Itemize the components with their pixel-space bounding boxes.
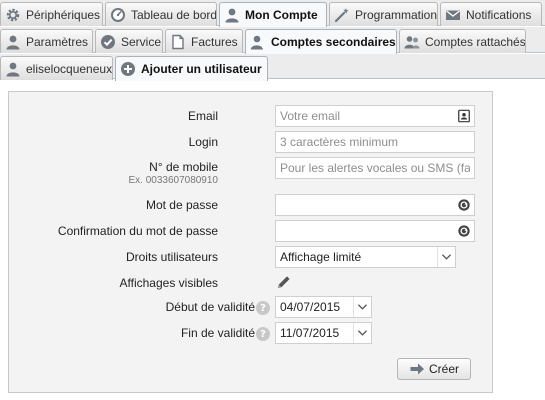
tab-label: Service: [121, 34, 162, 49]
rights-label: Droits utilisateurs: [125, 250, 218, 264]
start-date-value: 04/07/2015: [280, 300, 341, 314]
add-user-form: Email Login N° de mobile Ex. 00336070809…: [8, 91, 493, 393]
magic-wand-icon: [334, 7, 350, 23]
user-icon: [224, 7, 240, 23]
end-date-label: Fin de validité: [180, 326, 255, 340]
login-input[interactable]: [276, 132, 474, 152]
arrow-right-icon: [409, 361, 425, 377]
tab-mon-compte[interactable]: Mon Compte: [219, 2, 327, 27]
help-icon[interactable]: ?: [256, 327, 270, 341]
end-date-picker[interactable]: 11/07/2015: [275, 322, 372, 344]
password-generate-icon[interactable]: [454, 221, 474, 241]
tab-label: Notifications: [466, 7, 532, 22]
tab-notifications[interactable]: Notifications: [440, 2, 542, 26]
tab-comptes-secondaires[interactable]: Comptes secondaires: [245, 29, 397, 54]
email-field[interactable]: [275, 105, 475, 127]
user-icon: [5, 34, 21, 50]
tab-user-eliselocqueneux[interactable]: eliselocqueneux: [0, 56, 113, 80]
visible-displays-label: Affichages visibles: [119, 276, 219, 290]
tab-ajouter-utilisateur[interactable]: Ajouter un utilisateur: [115, 56, 268, 81]
create-button[interactable]: Créer: [397, 358, 471, 380]
login-field[interactable]: [275, 131, 475, 153]
tab-parametres[interactable]: Paramètres: [0, 29, 93, 53]
plus-circle-icon: [120, 61, 136, 77]
add-user-icon: [250, 34, 266, 50]
main-tab-bar: Périphériques Tableau de bord Mon Compte…: [0, 0, 545, 27]
tab-label: Comptes secondaires: [271, 35, 396, 49]
tab-label: eliselocqueneux: [26, 61, 113, 76]
tab-label: Tableau de bord: [131, 7, 217, 22]
chevron-down-icon[interactable]: [437, 247, 455, 267]
start-date-label: Début de validité: [165, 300, 255, 314]
dashboard-icon: [110, 7, 126, 23]
tab-label: Comptes rattachés: [425, 34, 526, 49]
email-input[interactable]: [276, 106, 454, 126]
mobile-input[interactable]: [276, 158, 474, 178]
start-date-picker[interactable]: 04/07/2015: [275, 296, 372, 318]
rights-value: Affichage limité: [280, 250, 362, 264]
password-confirm-input[interactable]: [276, 221, 454, 241]
mobile-hint: Ex. 0033607080910: [128, 175, 218, 186]
tab-label: Programmation: [355, 7, 438, 22]
contact-card-icon[interactable]: [454, 106, 474, 126]
envelope-icon: [445, 7, 461, 23]
create-button-label: Créer: [428, 362, 459, 376]
tab-peripheriques[interactable]: Périphériques: [0, 2, 103, 26]
password-label: Mot de passe: [145, 198, 218, 212]
account-tab-bar: Paramètres Service Factures Comptes seco…: [0, 27, 545, 54]
check-circle-icon: [100, 34, 116, 50]
tab-comptes-rattaches[interactable]: Comptes rattachés: [399, 29, 526, 53]
tab-factures[interactable]: Factures: [165, 29, 243, 53]
chevron-down-icon[interactable]: [353, 323, 371, 343]
mobile-field[interactable]: [275, 157, 475, 179]
tab-label: Paramètres: [26, 34, 89, 49]
tab-label: Mon Compte: [245, 8, 318, 22]
password-confirm-field[interactable]: [275, 220, 475, 242]
password-generate-icon[interactable]: [454, 195, 474, 215]
password-input[interactable]: [276, 195, 454, 215]
login-label: Login: [188, 135, 218, 149]
pencil-icon[interactable]: [276, 274, 292, 290]
end-date-value: 11/07/2015: [280, 326, 340, 340]
user-icon: [5, 61, 21, 77]
tab-label: Périphériques: [26, 7, 101, 22]
linked-users-icon: [404, 34, 420, 50]
rights-select[interactable]: Affichage limité: [275, 246, 456, 268]
chevron-down-icon[interactable]: [353, 297, 371, 317]
help-icon[interactable]: ?: [256, 301, 270, 315]
sub-tab-bar: eliselocqueneux Ajouter un utilisateur: [0, 54, 545, 81]
tab-label: Factures: [191, 34, 238, 49]
password-confirm-label: Confirmation du mot de passe: [57, 224, 218, 238]
tab-label: Ajouter un utilisateur: [141, 62, 262, 76]
tab-programmation[interactable]: Programmation: [329, 2, 438, 26]
mobile-label: N° de mobile: [149, 160, 218, 174]
tab-tableau-de-bord[interactable]: Tableau de bord: [105, 2, 217, 26]
password-field[interactable]: [275, 194, 475, 216]
document-icon: [170, 34, 186, 50]
gear-icon: [5, 7, 21, 23]
email-label: Email: [187, 109, 218, 123]
tab-service[interactable]: Service: [95, 29, 163, 53]
